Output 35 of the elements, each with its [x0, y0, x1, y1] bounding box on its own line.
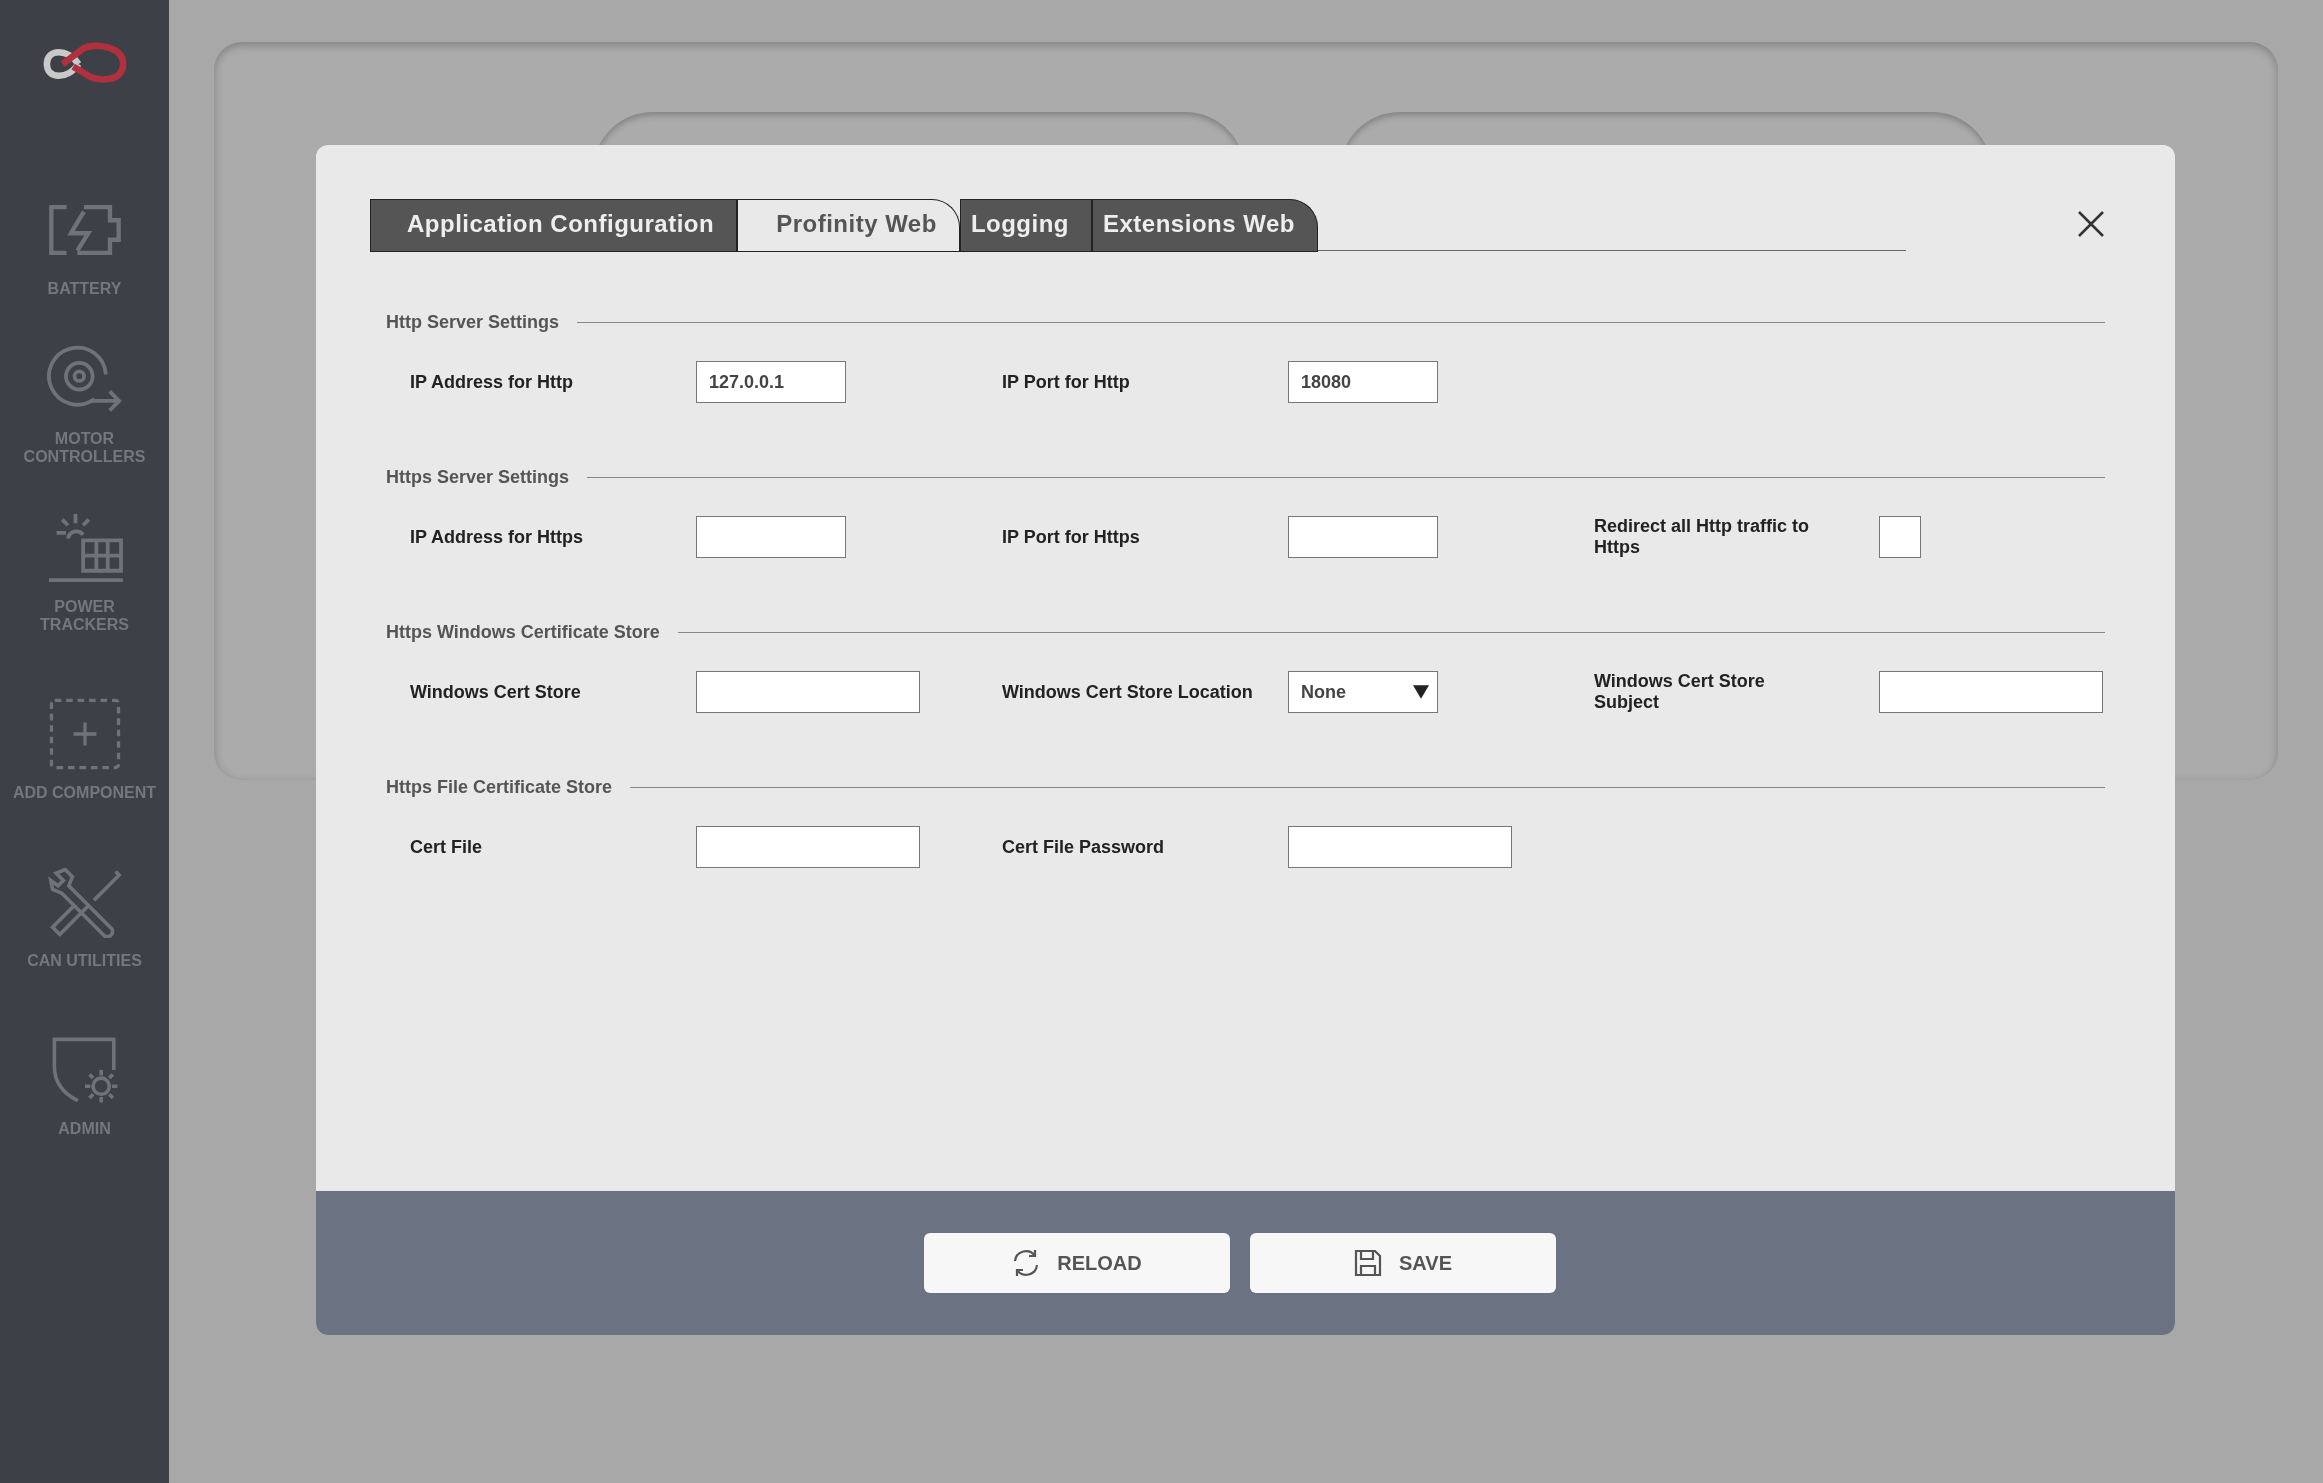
section-title: Https File Certificate Store [386, 776, 613, 798]
input-field[interactable] [696, 826, 920, 868]
section-title: Http Server Settings [386, 311, 560, 333]
field-label: IP Address for Http [410, 371, 575, 393]
field-label: Cert File Password [1002, 836, 1166, 858]
dropdown[interactable]: None [1288, 671, 1438, 713]
field-label: Windows Cert Store [410, 681, 582, 703]
input-field[interactable] [1879, 671, 2103, 713]
save-button[interactable]: SAVE [1249, 1233, 1556, 1293]
section-title: Https Windows Certificate Store [386, 621, 660, 643]
input-field[interactable]: 127.0.0.1 [696, 361, 846, 403]
tools-icon [46, 866, 123, 938]
field-label: Redirect all Http traffic to Https [1594, 516, 1811, 558]
tab[interactable]: Profinity Web [737, 199, 960, 251]
close-icon[interactable] [2077, 210, 2105, 238]
field-label: Windows Cert Store Location [1002, 681, 1254, 703]
tab[interactable]: Extensions Web [1092, 199, 1318, 251]
tab[interactable]: Logging [959, 199, 1092, 251]
input-field[interactable] [1288, 826, 1512, 868]
input-field[interactable] [696, 516, 846, 558]
field-label: Cert File [410, 836, 484, 858]
field-label: IP Address for Https [410, 526, 585, 548]
caret-icon [1413, 685, 1429, 699]
input-field[interactable]: 18080 [1288, 361, 1438, 403]
reload-button[interactable]: RELOAD [923, 1233, 1230, 1293]
field-label: IP Port for Https [1002, 526, 1141, 548]
tab[interactable]: Application Configuration [370, 199, 738, 251]
input-field[interactable] [696, 671, 920, 713]
field-label: Windows Cert Store Subject [1594, 671, 1766, 713]
sun-panel-icon [46, 512, 123, 584]
section-title: Https Server Settings [386, 466, 570, 488]
checkbox[interactable] [1879, 516, 1921, 558]
field-label: IP Port for Http [1002, 371, 1131, 393]
save-icon [1353, 1248, 1383, 1278]
input-field[interactable] [1288, 516, 1438, 558]
